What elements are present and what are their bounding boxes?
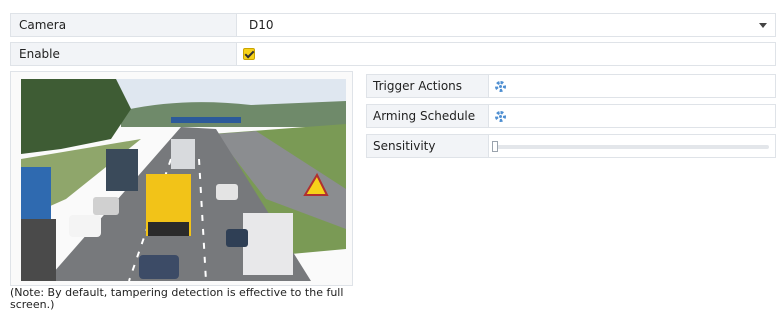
enable-row: Enable [10, 42, 776, 66]
sensitivity-slider-track[interactable] [497, 145, 769, 149]
arming-schedule-label: Arming Schedule [367, 105, 489, 127]
enable-cell [237, 43, 775, 65]
camera-row: Camera D10 [10, 13, 776, 37]
trigger-actions-label: Trigger Actions [367, 75, 489, 97]
enable-label: Enable [11, 43, 237, 65]
sensitivity-label: Sensitivity [367, 135, 489, 157]
gear-icon[interactable] [495, 81, 506, 92]
sensitivity-slider-handle[interactable] [492, 141, 498, 152]
gear-icon[interactable] [495, 111, 506, 122]
trigger-actions-row: Trigger Actions [366, 74, 776, 98]
chevron-down-icon[interactable] [759, 23, 767, 28]
sensitivity-row: Sensitivity [366, 134, 776, 158]
camera-label: Camera [11, 14, 237, 36]
camera-preview-panel [10, 71, 353, 286]
camera-select-value: D10 [249, 18, 274, 32]
enable-checkbox[interactable] [243, 48, 255, 60]
arming-schedule-row: Arming Schedule [366, 104, 776, 128]
tampering-note: (Note: By default, tampering detection i… [10, 286, 344, 311]
camera-preview-image [21, 79, 346, 281]
camera-select[interactable]: D10 [237, 14, 775, 36]
